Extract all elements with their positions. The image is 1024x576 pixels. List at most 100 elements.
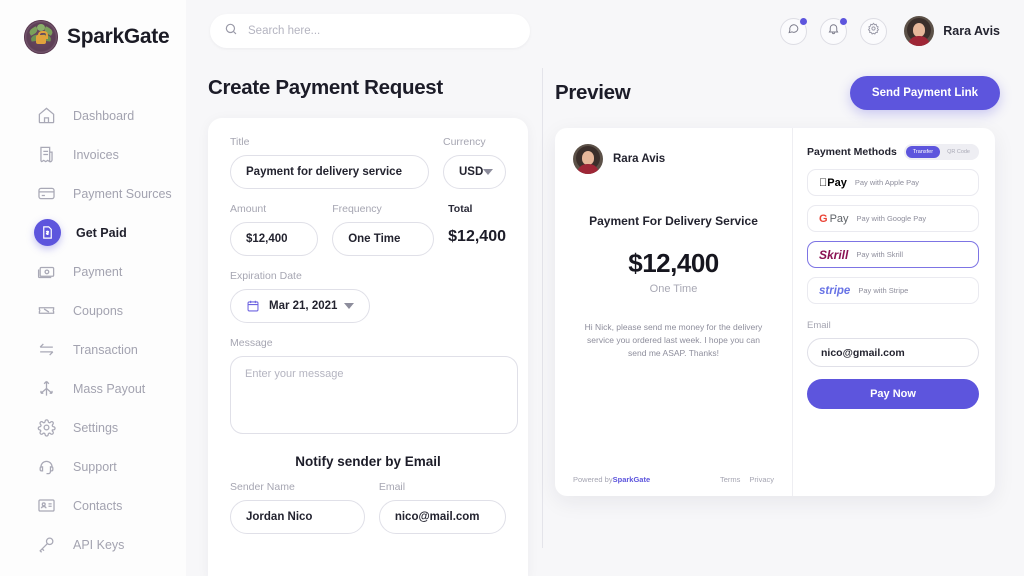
sidebar-item-mass-payout[interactable]: Mass Payout [0, 369, 186, 408]
preview-amount: $12,400 [628, 248, 719, 278]
sidebar-item-coupons[interactable]: Coupons [0, 291, 186, 330]
bell-icon [827, 22, 840, 40]
expiration-date-label: Expiration Date [230, 270, 302, 282]
payment-request-form: Title Payment for delivery service Curre… [208, 118, 528, 576]
sender-email-label: Email [378, 481, 406, 493]
pay-email-input[interactable]: nico@gmail.com [807, 338, 979, 367]
chat-button[interactable] [780, 16, 809, 45]
sender-email-input[interactable]: nico@mail.com [378, 500, 506, 534]
sidebar-item-label: Get Paid [76, 225, 127, 240]
sidebar-item-settings[interactable]: Settings [0, 408, 186, 447]
calendar-icon [246, 299, 260, 313]
payment-method-label: Pay with Google Pay [856, 214, 927, 223]
sidebar-item-label: Dashboard [73, 108, 135, 123]
stripe-logo-icon: stripe [819, 284, 851, 297]
sidebar-item-contacts[interactable]: Contacts [0, 486, 186, 525]
payment-methods-panel: Payment Methods Transfer QR Code Pay Pa… [793, 128, 995, 496]
search-icon [224, 22, 238, 41]
message-textarea[interactable]: Enter your message [230, 356, 518, 434]
preview-user: Rara Avis [573, 144, 774, 174]
privacy-link[interactable]: Privacy [749, 475, 774, 484]
sidebar-item-support[interactable]: Support [0, 447, 186, 486]
terms-link[interactable]: Terms [720, 475, 740, 484]
sidebar-item-label: Transaction [73, 342, 138, 357]
content-panels: Create Payment Request Title Payment for… [186, 62, 1024, 576]
preview-header: Preview Send Payment Link [555, 62, 1024, 128]
topbar: Rara Avis [186, 0, 1024, 62]
sidebar-item-payment-sources[interactable]: Payment Sources [0, 174, 186, 213]
payment-method-skrill[interactable]: Skrill Pay with Skrill [807, 241, 979, 268]
preview-footer-links: Terms Privacy [720, 475, 774, 484]
title-input[interactable]: Payment for delivery service [230, 155, 429, 189]
payment-method-stripe[interactable]: stripe Pay with Stripe [807, 277, 979, 304]
topbar-actions: Rara Avis [780, 16, 1000, 46]
google-pay-logo-icon: G Pay [819, 212, 849, 225]
skrill-logo-icon: Skrill [819, 247, 849, 262]
notifications-button[interactable] [820, 16, 849, 45]
payment-method-apple-pay[interactable]: Pay Pay with Apple Pay [807, 169, 979, 196]
sidebar-item-label: API Keys [73, 537, 125, 552]
brand-name: SparkGate [67, 25, 170, 48]
create-payment-request-panel: Create Payment Request Title Payment for… [186, 62, 542, 576]
sidebar-item-get-paid[interactable]: Get Paid [0, 213, 186, 252]
page-title: Create Payment Request [208, 76, 443, 99]
sidebar-item-invoices[interactable]: Invoices [0, 135, 186, 174]
apple-pay-logo-icon: Pay [819, 176, 847, 189]
brand-logo[interactable]: SparkGate [0, 0, 186, 54]
gear-icon [34, 416, 58, 440]
sidebar-item-label: Payment [73, 264, 123, 279]
sidebar-item-payment[interactable]: Payment [0, 252, 186, 291]
preview-card-left: Rara Avis Payment For Delivery Service $… [555, 128, 793, 496]
preview-panel: Preview Send Payment Link Rara Avis Paym… [543, 62, 1024, 576]
payment-method-label: Pay with Stripe [858, 286, 909, 295]
settings-button[interactable] [860, 17, 888, 45]
sender-name-label: Sender Name [230, 481, 295, 493]
payment-methods-title: Payment Methods [807, 146, 897, 158]
sidebar-item-label: Contacts [73, 498, 123, 513]
payment-mode-toggle[interactable]: Transfer QR Code [903, 144, 979, 160]
toggle-transfer[interactable]: Transfer [905, 146, 941, 158]
frequency-select[interactable]: One Time [332, 222, 435, 256]
home-icon [34, 104, 58, 128]
powered-by-brand: SparkGate [612, 475, 651, 484]
expiration-date-picker[interactable]: Mar 21, 2021 [230, 289, 370, 323]
total-label: Total [448, 203, 473, 215]
amount-input[interactable]: $12,400 [230, 222, 319, 256]
sidebar-item-transaction[interactable]: Transaction [0, 330, 186, 369]
key-icon [34, 533, 58, 557]
avatar [904, 16, 935, 46]
notifications-badge [839, 16, 849, 26]
currency-select[interactable]: USD [443, 155, 506, 189]
title-label: Title [230, 136, 250, 148]
preview-payment-title: Payment For Delivery Service [589, 214, 758, 228]
sender-name-input[interactable]: Jordan Nico [230, 500, 365, 534]
send-payment-link-button[interactable]: Send Payment Link [849, 76, 1000, 110]
mass-payout-icon [34, 377, 58, 401]
sidebar-item-label: Invoices [73, 147, 119, 162]
sidebar-item-api-keys[interactable]: API Keys [0, 525, 186, 564]
credit-card-icon [34, 182, 58, 206]
currency-label: Currency [443, 136, 486, 148]
preview-user-name: Rara Avis [613, 153, 666, 165]
payment-methods-header: Payment Methods Transfer QR Code [807, 144, 979, 160]
currency-value: USD [459, 166, 484, 178]
payment-method-label: Pay with Apple Pay [846, 178, 919, 187]
page-title-row: Create Payment Request [208, 62, 542, 118]
user-menu[interactable]: Rara Avis [904, 16, 1000, 46]
sidebar-item-dashboard[interactable]: Dashboard [0, 96, 186, 135]
payment-preview-card: Rara Avis Payment For Delivery Service $… [555, 128, 995, 496]
payment-method-label: Pay with Skrill [856, 250, 904, 259]
toggle-qr-code[interactable]: QR Code [940, 146, 977, 158]
payment-method-google-pay[interactable]: G Pay Pay with Google Pay [807, 205, 979, 232]
pay-email-label: Email [807, 320, 831, 331]
chevron-down-icon [344, 303, 354, 309]
sparkgate-leaf-lock-logo-icon [24, 20, 58, 54]
search-bar[interactable] [210, 14, 530, 48]
sidebar: SparkGate Dashboard Invoices Payment Sou… [0, 0, 186, 576]
avatar [573, 144, 603, 174]
sidebar-nav: Dashboard Invoices Payment Sources Get P… [0, 96, 186, 564]
pay-now-button[interactable]: Pay Now [807, 379, 979, 409]
sidebar-item-label: Payment Sources [73, 186, 172, 201]
search-input[interactable] [248, 25, 516, 37]
gear-icon [867, 22, 880, 40]
